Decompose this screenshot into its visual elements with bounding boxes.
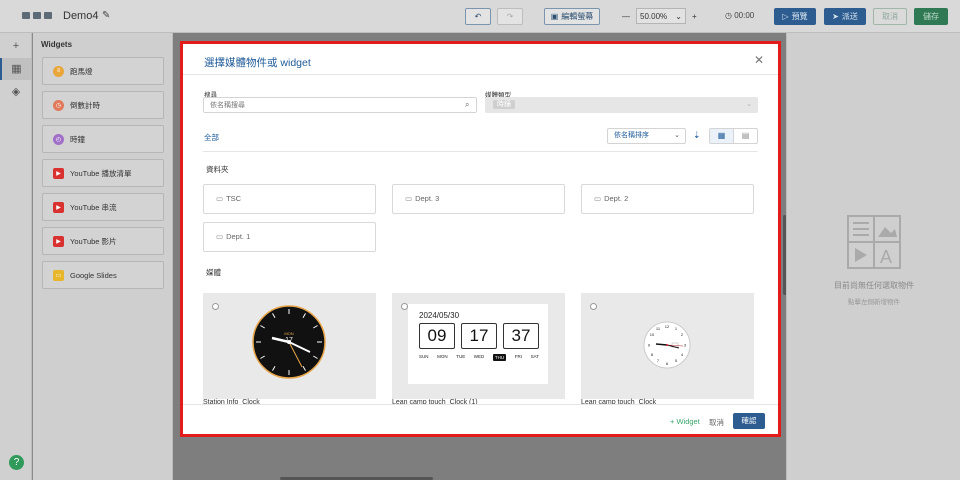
- properties-panel: A 目前尚無任何選取物件 點擊左側新增物件: [786, 33, 960, 480]
- timeline-time[interactable]: ◷ 00:00: [725, 11, 754, 20]
- close-icon[interactable]: ✕: [754, 53, 764, 67]
- app-logo-icon: [22, 12, 52, 19]
- youtube-playlist-icon: ▶: [53, 167, 64, 179]
- left-rail: + ▦ ◈: [0, 33, 32, 480]
- zoom-control: — 50.00% ⌄ +: [622, 8, 697, 24]
- chevron-down-icon: ⌄: [675, 11, 682, 21]
- clock-icon: ◷: [725, 11, 732, 20]
- redo-button[interactable]: ↷: [497, 8, 523, 25]
- media-type-select[interactable]: 時鐘 ⌄: [485, 97, 758, 113]
- clock-minutes: 17: [461, 323, 497, 349]
- folder-item[interactable]: ▭ TSC: [203, 184, 376, 214]
- weekday-row: SUN MON TUE WED THU FRI SAT: [419, 354, 539, 361]
- widget-item-marquee[interactable]: ≡ 跑馬燈: [42, 57, 164, 85]
- clock-seconds: 37: [503, 323, 539, 349]
- help-icon[interactable]: ?: [9, 455, 24, 470]
- screen-icon: ▣: [550, 12, 559, 21]
- clock-day-label: MON: [284, 331, 294, 336]
- folder-icon: ▭: [216, 194, 224, 203]
- folder-item[interactable]: ▭ Dept. 1: [203, 222, 376, 252]
- chevron-down-icon: ⌄: [674, 132, 680, 139]
- folder-icon: ▭: [216, 232, 224, 241]
- google-slides-icon: ▭: [53, 269, 64, 281]
- zoom-in-button[interactable]: +: [692, 12, 697, 21]
- folder-item[interactable]: ▭ Dept. 3: [392, 184, 565, 214]
- widget-item-countdown[interactable]: ◷ 倒數計時: [42, 91, 164, 119]
- svg-text:10: 10: [650, 332, 655, 337]
- dialog-title: 選擇媒體物件或 widget: [204, 57, 311, 69]
- folder-item[interactable]: ▭ Dept. 2: [581, 184, 754, 214]
- media-card[interactable]: 2024/05/30 09 17 37 SUN MON TUE WED THU …: [392, 293, 565, 399]
- select-radio[interactable]: [212, 303, 219, 310]
- list-view-icon[interactable]: ▤: [734, 129, 757, 143]
- cancel-button[interactable]: 取消: [873, 8, 907, 25]
- folder-icon: ▭: [405, 194, 413, 203]
- widget-item-clock[interactable]: ◴ 時鐘: [42, 125, 164, 153]
- widget-item-youtube-video[interactable]: ▶ YouTube 影片: [42, 227, 164, 255]
- youtube-stream-icon: ▶: [53, 201, 64, 213]
- folders-header: 資料夾: [206, 165, 229, 174]
- clock-date: 2024/05/30: [419, 311, 460, 320]
- widgets-grid-icon[interactable]: ▦: [0, 58, 31, 80]
- grid-view-icon[interactable]: ▦: [710, 129, 734, 143]
- widget-item-youtube-playlist[interactable]: ▶ YouTube 播放清單: [42, 159, 164, 187]
- view-toggle: ▦ ▤: [709, 128, 758, 144]
- analog-clock-white: 12 123 4567 891011: [643, 321, 691, 369]
- countdown-icon: ◷: [53, 99, 64, 111]
- project-title: Demo4: [63, 10, 99, 22]
- marquee-icon: ≡: [53, 65, 64, 77]
- divider: [203, 151, 758, 152]
- breadcrumb-all[interactable]: 全部: [204, 132, 219, 143]
- active-weekday: THU: [492, 354, 507, 361]
- youtube-icon: ▶: [53, 235, 64, 247]
- widgets-panel: Widgets ≡ 跑馬燈 ◷ 倒數計時 ◴ 時鐘 ▶ YouTube 播放清單 ▶ Yo…: [33, 33, 173, 480]
- clock-day-number: 17: [285, 337, 293, 344]
- clock-hours: 09: [419, 323, 455, 349]
- svg-text:A: A: [880, 247, 892, 267]
- add-widget-button[interactable]: + Widget: [670, 417, 700, 426]
- add-icon[interactable]: +: [9, 39, 23, 53]
- widget-item-youtube-stream[interactable]: ▶ YouTube 串流: [42, 193, 164, 221]
- play-icon: ▷: [782, 12, 789, 21]
- preview-button[interactable]: ▷ 預覽: [774, 8, 816, 25]
- widget-item-google-slides[interactable]: ▭ Google Slides: [42, 261, 164, 289]
- confirm-button[interactable]: 確認: [733, 413, 765, 429]
- publish-button[interactable]: ➤ 派送: [824, 8, 866, 25]
- dialog-cancel-button[interactable]: 取消: [709, 417, 724, 428]
- dialog-footer: + Widget 取消 確認: [183, 404, 778, 434]
- folder-icon: ▭: [594, 194, 602, 203]
- media-header: 媒體: [206, 268, 221, 277]
- layers-icon[interactable]: ◈: [9, 85, 23, 99]
- zoom-select[interactable]: 50.00% ⌄: [636, 8, 686, 24]
- select-radio[interactable]: [590, 303, 597, 310]
- zoom-out-button[interactable]: —: [622, 12, 630, 21]
- clock-icon: ◴: [53, 133, 64, 145]
- media-card[interactable]: 12 1 2 3 4567 8 9 10 11: [581, 293, 754, 399]
- send-icon: ➤: [832, 12, 839, 21]
- edit-screen-button[interactable]: ▣ 編輯螢幕: [544, 8, 600, 25]
- sort-direction-icon[interactable]: ⇣: [693, 130, 701, 141]
- empty-selection-title: 目前尚無任何選取物件: [834, 281, 914, 290]
- undo-button[interactable]: ↶: [465, 8, 491, 25]
- sort-select[interactable]: 依名稱排序 ⌄: [607, 128, 686, 144]
- digital-clock-preview: 2024/05/30 09 17 37 SUN MON TUE WED THU …: [408, 304, 548, 384]
- media-picker-dialog: 選擇媒體物件或 widget ✕ 搜尋 ⌕ 媒體類型 時鐘⌄ 全部 依名稱排序⌄…: [183, 44, 778, 434]
- save-button[interactable]: 儲存: [914, 8, 948, 25]
- media-card[interactable]: MON 17: [203, 293, 376, 399]
- empty-selection-hint: 點擊左側新增物件: [848, 299, 900, 306]
- svg-text:12: 12: [665, 324, 670, 329]
- media-placeholder-icon: A: [847, 215, 901, 269]
- select-radio[interactable]: [401, 303, 408, 310]
- search-input[interactable]: [203, 97, 477, 113]
- redo-icon: ↷: [506, 12, 514, 21]
- top-toolbar: Demo4 ✎ ↶ ↷ ▣ 編輯螢幕 — 50.00% ⌄ + ◷ 00:00 ▷ 預…: [0, 0, 960, 33]
- chevron-down-icon: ⌄: [746, 101, 752, 108]
- search-icon[interactable]: ⌕: [465, 100, 469, 110]
- undo-icon: ↶: [474, 12, 482, 21]
- divider: [183, 74, 778, 75]
- edit-title-icon[interactable]: ✎: [102, 10, 110, 21]
- widgets-header: Widgets: [41, 40, 73, 49]
